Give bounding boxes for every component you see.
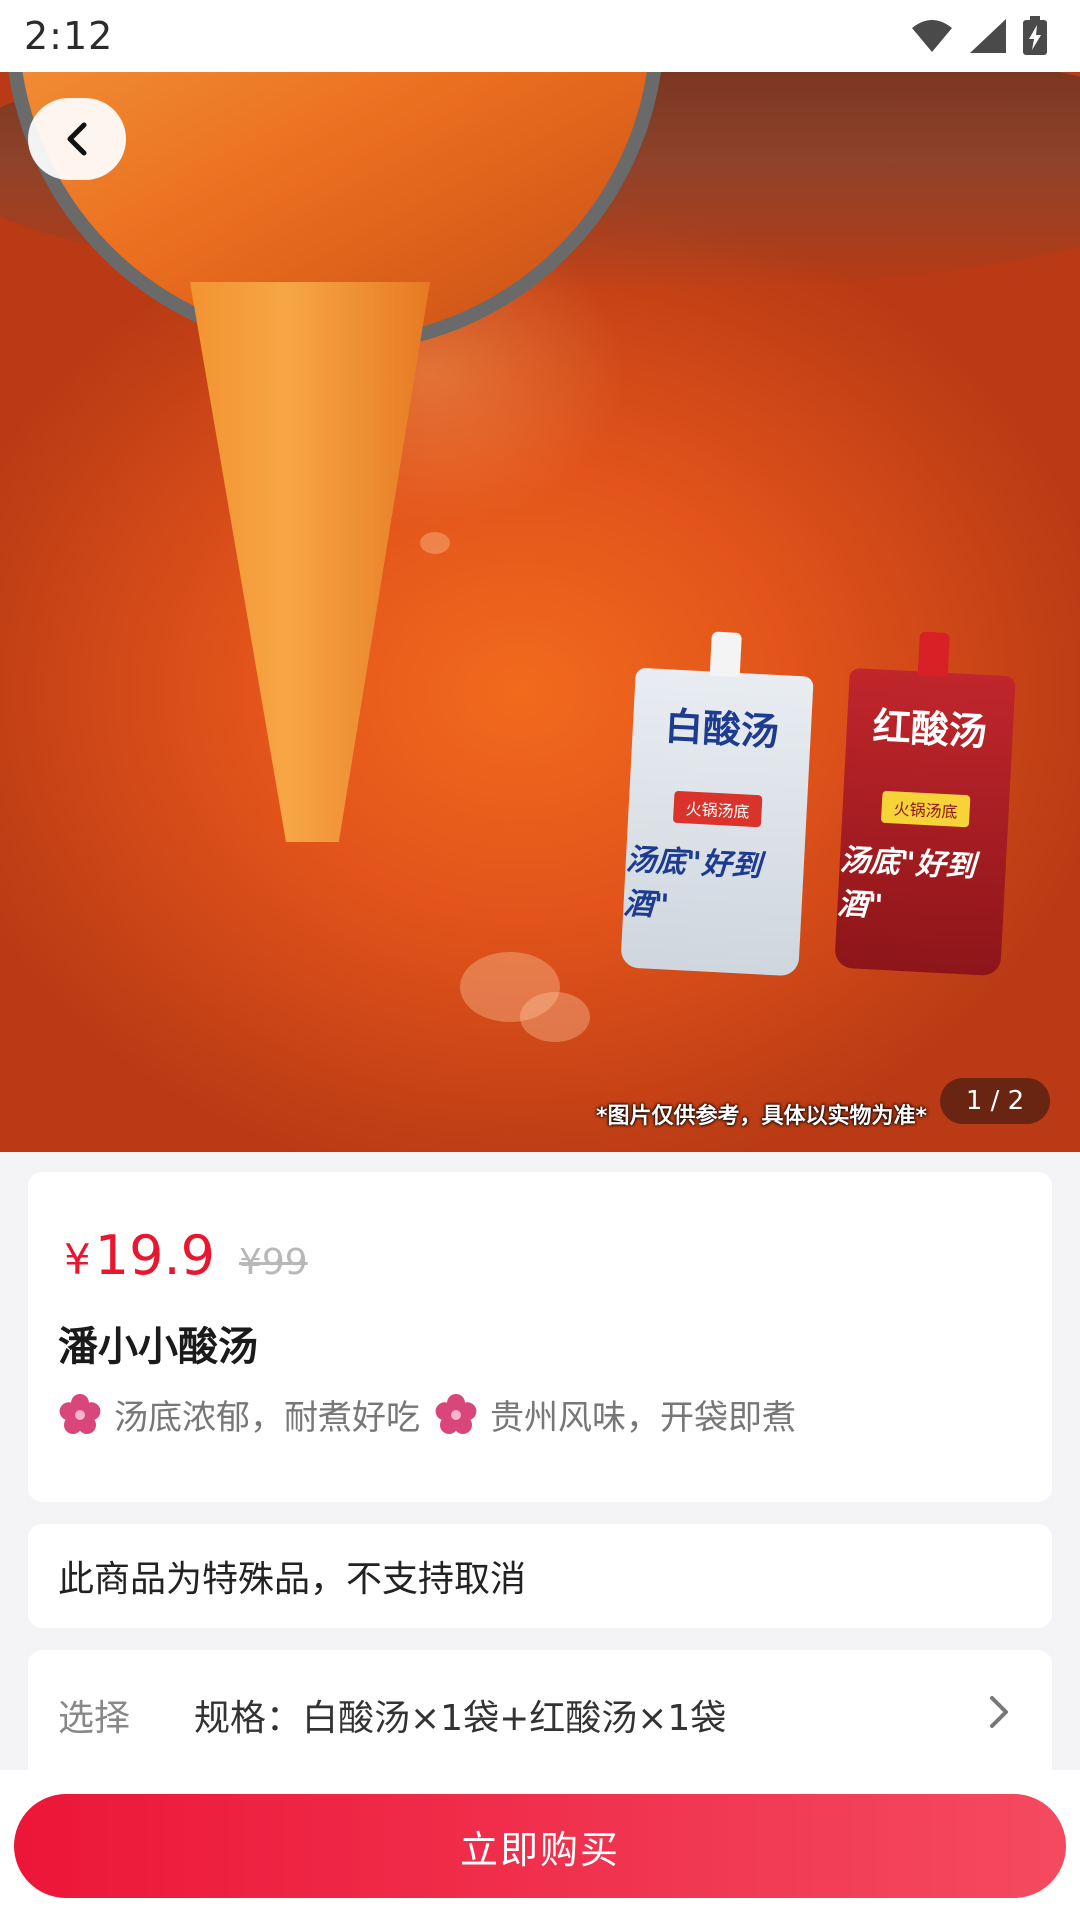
product-pouch-red: 红酸汤 火锅汤底 汤底"好到酒" bbox=[834, 631, 1016, 977]
back-button[interactable] bbox=[28, 98, 126, 180]
battery-charging-icon bbox=[1023, 16, 1047, 55]
product-title: 潘小小酸汤 bbox=[58, 1324, 258, 1370]
product-info-card: ¥19.9 ¥99 潘小小酸汤 汤底浓郁，耐煮好吃 贵州风味，开袋即煮 bbox=[28, 1172, 1052, 1502]
feature-item: 贵州风味，开袋即煮 bbox=[434, 1390, 796, 1439]
spec-selector[interactable]: 选择 规格：白酸汤×1袋+红酸汤×1袋 bbox=[28, 1650, 1052, 1780]
status-icons bbox=[910, 16, 1048, 56]
product-pouch-white: 白酸汤 火锅汤底 汤底"好到酒" bbox=[620, 631, 814, 977]
special-item-notice: 此商品为特殊品，不支持取消 bbox=[28, 1524, 1052, 1628]
status-bar: 2:12 bbox=[0, 0, 1080, 72]
notice-text: 此商品为特殊品，不支持取消 bbox=[58, 1559, 527, 1600]
spec-label: 选择 bbox=[58, 1698, 131, 1739]
pouch-cap bbox=[709, 631, 742, 677]
price-row: ¥19.9 ¥99 bbox=[64, 1224, 308, 1287]
feature-item: 汤底浓郁，耐煮好吃 bbox=[58, 1390, 420, 1439]
spec-value: 规格：白酸汤×1袋+红酸汤×1袋 bbox=[194, 1698, 727, 1739]
feature-text: 贵州风味，开袋即煮 bbox=[490, 1398, 796, 1438]
pouch-badge: 火锅汤底 bbox=[672, 790, 763, 828]
pouch-cap bbox=[917, 631, 950, 677]
pouch-name: 红酸汤 bbox=[871, 704, 988, 755]
feature-text: 汤底浓郁，耐煮好吃 bbox=[114, 1398, 420, 1438]
soup-bubble bbox=[520, 992, 590, 1042]
soup-stream bbox=[190, 282, 430, 842]
bottom-action-bar: 立即购买 bbox=[0, 1770, 1080, 1920]
current-price-value: 19.9 bbox=[94, 1224, 215, 1287]
image-counter: 1 / 2 bbox=[940, 1078, 1050, 1124]
feature-list: 汤底浓郁，耐煮好吃 贵州风味，开袋即煮 bbox=[58, 1390, 810, 1439]
original-price: ¥99 bbox=[238, 1242, 308, 1283]
pouch-badge: 火锅汤底 bbox=[880, 790, 971, 828]
chevron-right-icon bbox=[990, 1696, 1008, 1728]
currency-symbol: ¥ bbox=[64, 1235, 91, 1284]
current-price: ¥19.9 bbox=[64, 1224, 215, 1287]
signal-icon bbox=[970, 19, 1006, 53]
pouch-slogan: 汤底"好到酒" bbox=[836, 842, 977, 924]
chevron-left-icon bbox=[67, 122, 87, 156]
pouch-name: 白酸汤 bbox=[663, 704, 780, 755]
buy-now-button[interactable]: 立即购买 bbox=[14, 1794, 1066, 1898]
status-time: 2:12 bbox=[24, 14, 114, 58]
image-disclaimer: *图片仅供参考，具体以实物为准* bbox=[596, 1104, 928, 1129]
product-hero-image[interactable]: 白酸汤 火锅汤底 汤底"好到酒" 红酸汤 火锅汤底 汤底"好到酒" *图片仅供参… bbox=[0, 72, 1080, 1152]
soup-bubble bbox=[420, 532, 450, 554]
flower-icon bbox=[59, 1393, 101, 1434]
flower-icon bbox=[435, 1393, 477, 1434]
pouch-slogan: 汤底"好到酒" bbox=[622, 842, 763, 924]
wifi-icon bbox=[912, 20, 952, 52]
